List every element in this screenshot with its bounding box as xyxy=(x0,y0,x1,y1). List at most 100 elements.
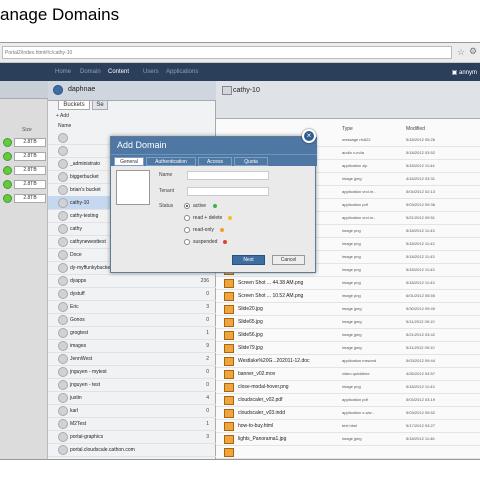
bookmark-star-icon[interactable]: ☆ xyxy=(457,47,465,58)
bucket-icon xyxy=(58,315,68,325)
status-suspended-radio[interactable] xyxy=(184,239,190,245)
status-icon xyxy=(3,180,12,189)
size-row[interactable]: 2.8TB xyxy=(0,137,48,147)
size-header: Size xyxy=(22,127,32,133)
bucket-name: justin xyxy=(70,395,82,401)
bucket-row[interactable]: jnguyen - test 0 xyxy=(48,378,216,392)
add-bucket-button[interactable]: + Add xyxy=(56,113,69,119)
url-field[interactable]: Portal2/index.html#/c/cathy-10 xyxy=(2,46,452,59)
domain-image-preview[interactable] xyxy=(116,170,150,205)
type-column-header[interactable]: Type xyxy=(342,126,353,132)
file-row[interactable]: Slide65.jpg image jpeg 5/11/2012 09:10 xyxy=(216,316,480,329)
file-row[interactable]: Slide79.jpg image jpeg 5/11/2012 09:10 xyxy=(216,342,480,355)
file-modified: 5/11/2012 09:10 xyxy=(406,319,435,324)
file-panel-header: cathy-10 xyxy=(216,81,480,119)
tab-access[interactable]: Access xyxy=(198,157,232,166)
bucket-row[interactable]: portal.cloudscale.cathon.com xyxy=(48,443,216,457)
file-type: image png xyxy=(342,267,361,272)
tab-buckets[interactable]: Buckets xyxy=(58,100,90,110)
bucket-row[interactable]: justin 4 xyxy=(48,391,216,405)
tenant-label: Tenant xyxy=(159,188,175,194)
nav-applications[interactable]: Applications xyxy=(166,69,198,75)
tab-second[interactable]: Se xyxy=(92,100,108,110)
size-row[interactable]: 2.8TB xyxy=(0,165,48,175)
name-field[interactable] xyxy=(187,171,269,180)
file-type: image jpeg xyxy=(342,306,362,311)
bucket-row[interactable]: jnguyen - mytest 0 xyxy=(48,365,216,379)
status-read-only-label: read-only xyxy=(193,227,214,233)
file-row[interactable]: cloudscaler_v03.indd application x-ww... 5… xyxy=(216,407,480,420)
bucket-icon xyxy=(58,172,68,182)
bucket-row[interactable]: portal-graphics 3 xyxy=(48,430,216,444)
nav-users[interactable]: Users xyxy=(143,69,159,75)
file-modified: 4/16/2012 03:31 xyxy=(406,176,435,181)
bucket-panel-header: daphnae xyxy=(48,81,216,101)
file-modified: 5/18/2012 11:43 xyxy=(406,228,435,233)
file-row[interactable] xyxy=(216,446,480,459)
add-domain-dialog: Add Domain General Authentication Access… xyxy=(110,136,317,273)
bucket-icon xyxy=(58,237,68,247)
bucket-name: brian's bucket xyxy=(70,187,101,193)
file-row[interactable]: Slide56.jpg image jpeg 5/21/2012 03:42 xyxy=(216,329,480,342)
nav-content[interactable]: Content xyxy=(108,69,129,75)
status-read-delete-label: read + delete xyxy=(193,215,223,221)
bucket-name: Eric xyxy=(70,304,79,310)
bucket-name: grogtest xyxy=(70,330,89,336)
file-icon xyxy=(224,357,234,366)
file-row[interactable]: lights_Panorama1.jpg image jpeg 5/18/2012 … xyxy=(216,433,480,446)
file-modified: 5/18/2012 11:43 xyxy=(406,267,435,272)
bucket-row[interactable]: images 9 xyxy=(48,339,216,353)
name-column-header[interactable]: Name xyxy=(58,123,71,129)
tab-quota[interactable]: Quota xyxy=(234,157,268,166)
top-nav: Home Domain Content Users Applications ▣… xyxy=(0,63,480,81)
file-row[interactable]: how-to-buy.html text html 5/17/2012 03:27 xyxy=(216,420,480,433)
file-row[interactable]: cloudscaler_v02.pdf application pdf 5/03/2… xyxy=(216,394,480,407)
tab-general[interactable]: General xyxy=(114,157,144,166)
bucket-row[interactable]: karl 0 xyxy=(48,404,216,418)
file-row[interactable]: banner_v02.mov video quicktime 4/26/2012 0… xyxy=(216,368,480,381)
bucket-row[interactable]: Eric 3 xyxy=(48,300,216,314)
size-value: 2.8TB xyxy=(14,194,46,203)
file-row[interactable]: Screen Shot ... 10.52 AM.png image png 6/0… xyxy=(216,290,480,303)
bucket-row[interactable]: grogtest 1 xyxy=(48,326,216,340)
tenant-field[interactable] xyxy=(187,187,269,196)
bucket-row[interactable]: JennWest 2 xyxy=(48,352,216,366)
nav-domain[interactable]: Domain xyxy=(80,69,101,75)
file-type: image png xyxy=(342,293,361,298)
modified-column-header[interactable]: Modified xyxy=(406,126,425,132)
bucket-row[interactable]: dystuff 0 xyxy=(48,287,216,301)
file-row[interactable]: Screen Shot ... 44.38 AM.png image png 5/1… xyxy=(216,277,480,290)
file-type: text html xyxy=(342,423,358,428)
status-read-only-radio[interactable] xyxy=(184,227,190,233)
file-row[interactable]: Slide20.jpg image jpeg 5/30/2012 09:49 xyxy=(216,303,480,316)
close-dialog-icon[interactable]: × xyxy=(302,129,316,143)
next-button[interactable]: Next xyxy=(232,255,265,265)
settings-wrench-icon[interactable]: ⚙ xyxy=(469,46,477,57)
bucket-count: 1 xyxy=(206,421,209,427)
bucket-name: cathynewesttest xyxy=(70,239,106,245)
bucket-icon xyxy=(58,432,68,442)
file-row[interactable]: Westlake%20G...202011-12.doc application … xyxy=(216,355,480,368)
user-menu[interactable]: ▣ annym xyxy=(452,69,477,76)
nav-home[interactable]: Home xyxy=(55,69,71,75)
file-icon xyxy=(224,344,234,353)
status-active-radio[interactable] xyxy=(184,203,190,209)
size-row[interactable]: 2.8TB xyxy=(0,193,48,203)
status-read-delete-radio[interactable] xyxy=(184,215,190,221)
bucket-row[interactable]: dyapps 236 xyxy=(48,274,216,288)
tab-authentication[interactable]: Authentication xyxy=(146,157,196,166)
bucket-count: 236 xyxy=(200,278,209,284)
bucket-name: Gonos xyxy=(70,317,85,323)
file-icon xyxy=(224,435,234,444)
file-name: how-to-buy.html xyxy=(238,423,274,429)
size-row[interactable]: 2.8TB xyxy=(0,151,48,161)
status-active-label: active xyxy=(193,203,207,209)
size-row[interactable]: 2.8TB xyxy=(0,179,48,189)
bucket-count: 1 xyxy=(206,330,209,336)
file-type: image png xyxy=(342,228,361,233)
bucket-row[interactable]: Gonos 0 xyxy=(48,313,216,327)
bucket-row[interactable]: M2Test 1 xyxy=(48,417,216,431)
cancel-button[interactable]: Cancel xyxy=(272,255,305,265)
file-row[interactable]: close-modal-hover.png image png 5/18/2012 … xyxy=(216,381,480,394)
bucket-icon xyxy=(58,198,68,208)
